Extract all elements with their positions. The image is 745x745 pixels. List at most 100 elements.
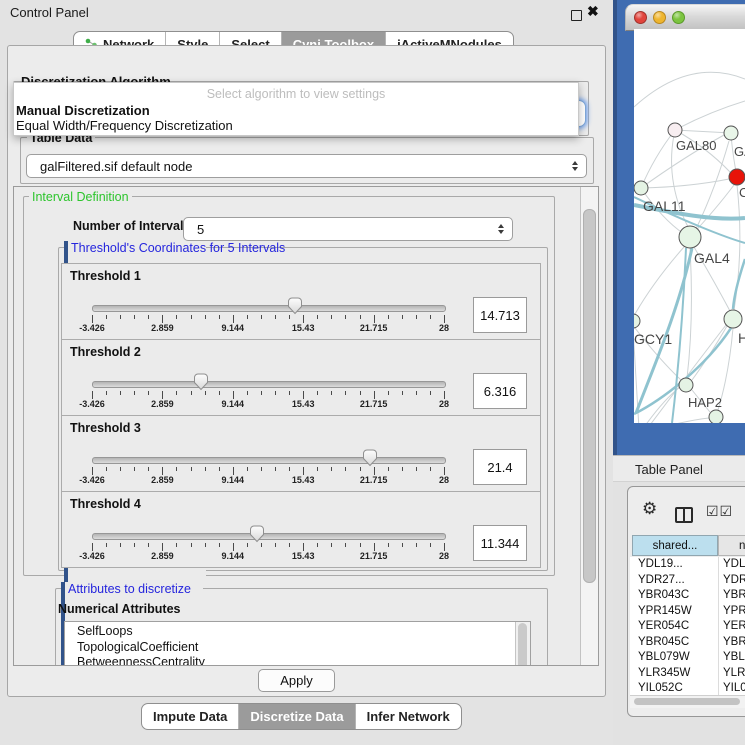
spinner-stepper-icon [498,223,504,235]
tick-mark [191,543,192,547]
network-node[interactable] [709,410,723,423]
network-window-titlebar[interactable] [625,4,745,31]
tick-mark [289,315,290,319]
apply-button[interactable]: Apply [258,669,335,692]
axis-tick-label: 21.715 [339,475,409,485]
tab-infer-network[interactable]: Infer Network [355,704,461,729]
tick-mark [303,543,304,551]
network-node[interactable] [679,378,693,392]
tick-mark [331,391,332,395]
threshold-slider-thumb[interactable] [193,373,209,396]
split-columns-icon[interactable] [675,507,693,523]
list-scrollbar[interactable] [515,622,530,666]
attributes-items: SelfLoopsTopologicalCoefficientBetweenne… [65,622,530,666]
tick-mark [120,543,121,547]
cell-shared-name: YBL079W [638,650,690,666]
tick-mark [430,467,431,471]
attribute-item-betweennesscentrality[interactable]: BetweennessCentrality [65,655,530,666]
table-row[interactable]: YDL19...YDL1 [630,557,745,573]
tick-mark [345,467,346,471]
network-node[interactable] [679,226,701,248]
tick-mark [416,543,417,547]
table-row[interactable]: YBR043CYBR0 [630,588,745,604]
threshold-slider-track[interactable] [92,305,446,312]
axis-tick-label: -3.426 [57,399,127,409]
close-traffic-light[interactable] [634,11,647,24]
table-row[interactable]: YBL079WYBL0 [630,650,745,666]
tick-mark [233,391,234,399]
control-panel-window: Control Panel ✖ NetworkStyleSelectCyni T… [0,0,614,745]
tick-mark [233,315,234,323]
attribute-item-selfloops[interactable]: SelfLoops [65,624,530,640]
numerical-attributes-label: Numerical Attributes [58,602,180,616]
float-window-icon[interactable] [571,10,582,21]
table-row[interactable]: YPR145WYPR1 [630,604,745,620]
tick-mark [317,467,318,471]
tick-mark [233,543,234,551]
algorithm-option-equal-width-frequency-discretization[interactable]: Equal Width/Frequency Discretization [16,118,233,133]
table-hscrollbar[interactable] [630,695,745,708]
zoom-traffic-light[interactable] [672,11,685,24]
tab-discretize-data[interactable]: Discretize Data [238,704,354,729]
threshold-slider-thumb[interactable] [362,449,378,472]
tick-mark [134,391,135,395]
network-node[interactable] [724,126,738,140]
panel-scrollbar-thumb[interactable] [583,209,596,583]
tab-label: Discretize Data [250,709,343,724]
gear-icon[interactable]: ⚙ [642,500,657,517]
column-header-shared-[interactable]: shared... [632,535,718,556]
table-data-combobox[interactable]: galFiltered.sif default node [26,154,587,178]
threshold-panel-3: Threshold 3-3.4262.8599.14415.4321.71528… [61,415,541,492]
node-label: GAL4 [694,250,730,266]
threshold-value-field[interactable]: 21.4 [473,449,527,485]
tick-mark [205,543,206,547]
table-row[interactable]: YER054CYER0 [630,619,745,635]
tick-mark [374,315,375,323]
cell-shared-name: YDR27... [638,573,685,589]
threshold-value-field[interactable]: 11.344 [473,525,527,561]
tick-mark [402,467,403,471]
network-node[interactable] [724,310,742,328]
cell-name: YER0 [723,619,745,635]
table-row[interactable]: YLR345WYLR3 [630,666,745,682]
axis-tick-label: 2.859 [127,399,197,409]
minimize-traffic-light[interactable] [653,11,666,24]
tick-mark [134,315,135,319]
network-node[interactable] [634,314,640,328]
threshold-slider-track[interactable] [92,381,446,388]
tick-mark [416,467,417,471]
node-label: GCY1 [634,331,672,347]
tick-mark [345,315,346,319]
close-icon[interactable]: ✖ [587,3,599,20]
tick-mark [317,391,318,395]
network-node[interactable] [634,181,648,195]
threshold-value-field[interactable]: 14.713 [473,297,527,333]
cell-name: YPR1 [723,604,745,620]
threshold-value-field[interactable]: 6.316 [473,373,527,409]
threshold-slider-track[interactable] [92,533,446,540]
table-row[interactable]: YDR27...YDR2 [630,573,745,589]
tick-mark [374,543,375,551]
column-header-n[interactable]: n [718,535,745,556]
tick-mark [261,467,262,471]
tick-mark [120,391,121,395]
threshold-slider-thumb[interactable] [249,525,265,548]
axis-tick-label: 2.859 [127,475,197,485]
threshold-slider-track[interactable] [92,457,446,464]
table-row[interactable]: YIL052CYIL0 [630,681,745,695]
select-columns-checkbox-icons[interactable]: ☑☑ [706,503,733,520]
tick-mark [191,315,192,319]
control-panel-title: Control Panel [10,5,89,20]
node-label: C [739,185,745,200]
tab-impute-data[interactable]: Impute Data [142,704,238,729]
attribute-item-topologicalcoefficient[interactable]: TopologicalCoefficient [65,640,530,656]
tick-mark [233,467,234,475]
network-node[interactable] [729,169,745,185]
tick-mark [162,543,163,551]
number-of-intervals-spinner[interactable]: 5 [183,217,513,241]
algorithm-option-manual-discretization[interactable]: Manual Discretization [16,103,150,118]
network-node[interactable] [668,123,682,137]
table-row[interactable]: YBR045CYBR0 [630,635,745,651]
cell-name: YBR0 [723,635,745,651]
network-canvas[interactable]: GAL80GACGAL11GAL4GCY1HHAP2 [634,29,745,423]
